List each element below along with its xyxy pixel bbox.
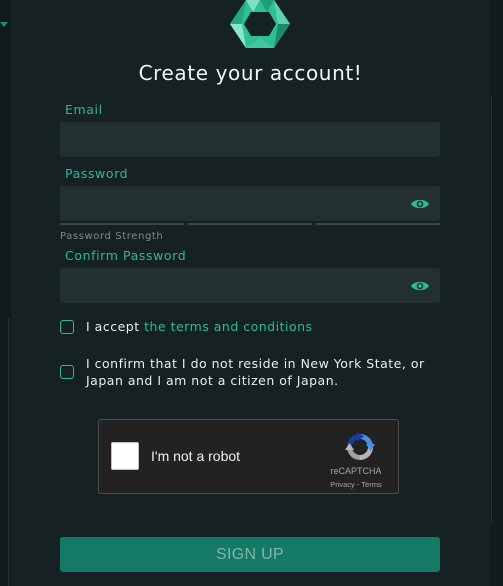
- password-label: Password: [65, 166, 129, 181]
- terms-text: I accept the terms and conditions: [86, 318, 313, 335]
- residency-line: I confirm that I do not reside in New Yo…: [86, 356, 425, 371]
- confirm-password-field[interactable]: [60, 268, 440, 303]
- password-strength-bar: [188, 223, 312, 225]
- recaptcha-links: Privacy - Terms: [321, 480, 391, 489]
- email-field[interactable]: [60, 122, 440, 157]
- email-label: Email: [65, 102, 103, 117]
- recaptcha-widget: I'm not a robot reCAPTCHA Privacy - Term…: [98, 419, 399, 494]
- background-dropdown-arrow-icon: [0, 22, 8, 27]
- logo-hexagon-icon: [230, 0, 290, 48]
- terms-link[interactable]: the terms and conditions: [144, 319, 312, 334]
- recaptcha-brand: reCAPTCHA: [330, 466, 382, 476]
- terms-checkbox[interactable]: [60, 320, 74, 334]
- background-divider: [491, 95, 503, 525]
- terms-prefix: I accept: [86, 319, 145, 334]
- confirm-password-label: Confirm Password: [65, 248, 187, 263]
- residency-text: I confirm that I do not reside in New Yo…: [86, 355, 425, 389]
- recaptcha-checkbox[interactable]: [111, 442, 139, 470]
- recaptcha-label: I'm not a robot: [151, 448, 241, 464]
- password-field[interactable]: [60, 186, 440, 221]
- residency-checkbox[interactable]: [60, 365, 74, 379]
- recaptcha-terms-link[interactable]: Terms: [361, 480, 381, 489]
- sign-up-button[interactable]: SIGN UP: [60, 537, 440, 572]
- password-strength-label: Password Strength: [60, 231, 164, 242]
- password-strength-bar: [60, 223, 184, 225]
- recaptcha-privacy-link[interactable]: Privacy: [330, 480, 355, 489]
- password-strength-bar: [316, 223, 440, 225]
- signup-modal: Create your account! Email Password Pass…: [11, 0, 490, 586]
- eye-icon[interactable]: [410, 197, 430, 211]
- background-divider: [0, 318, 9, 586]
- eye-icon[interactable]: [410, 279, 430, 293]
- recaptcha-icon: [345, 432, 375, 460]
- page-title: Create your account!: [138, 61, 363, 85]
- residency-line: Japan and I am not a citizen of Japan.: [86, 373, 339, 388]
